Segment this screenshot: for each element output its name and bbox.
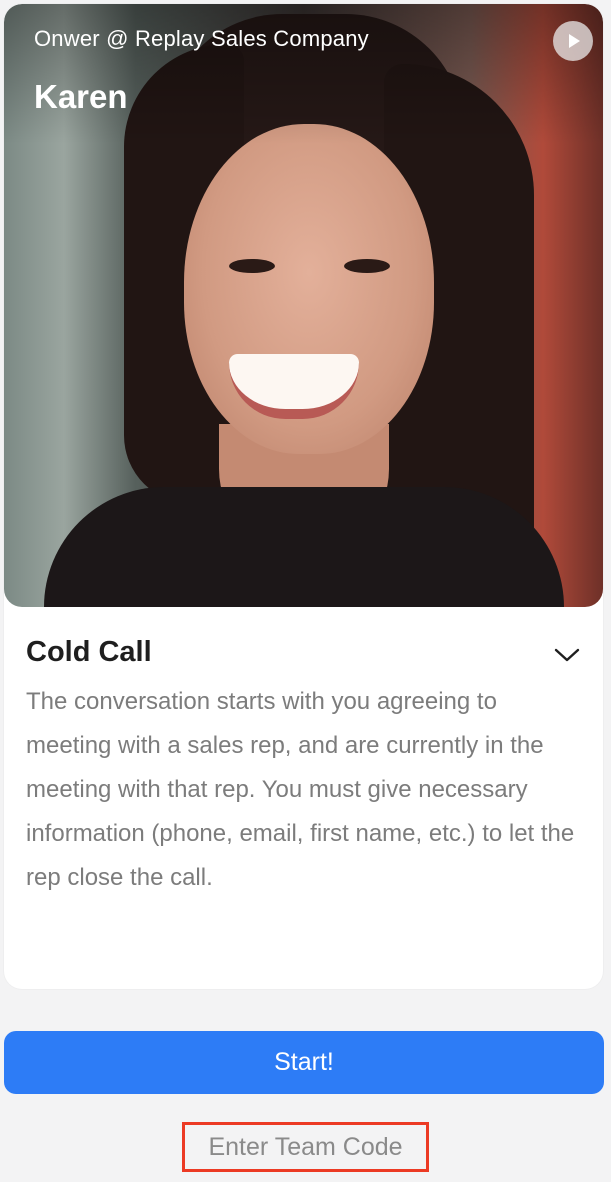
photo-detail bbox=[344, 259, 390, 273]
start-button[interactable]: Start! bbox=[4, 1031, 604, 1094]
photo-shade bbox=[4, 4, 603, 144]
persona-name: Karen bbox=[34, 78, 128, 115]
persona-subtitle: Onwer @ Replay Sales Company bbox=[34, 26, 369, 51]
photo-detail bbox=[229, 259, 275, 273]
photo-detail bbox=[44, 487, 564, 607]
play-circle-icon[interactable] bbox=[553, 21, 593, 61]
scenario-title: Cold Call bbox=[26, 636, 152, 668]
page: Onwer @ Replay Sales Company Karen Cold … bbox=[0, 0, 611, 1182]
enter-team-code-link[interactable]: Enter Team Code bbox=[182, 1122, 429, 1172]
chevron-down-icon[interactable] bbox=[552, 640, 582, 670]
persona-card: Onwer @ Replay Sales Company Karen Cold … bbox=[4, 4, 603, 989]
play-glyph bbox=[569, 34, 580, 48]
scenario-description: The conversation starts with you agreein… bbox=[26, 688, 575, 891]
chevron-glyph bbox=[554, 648, 580, 662]
